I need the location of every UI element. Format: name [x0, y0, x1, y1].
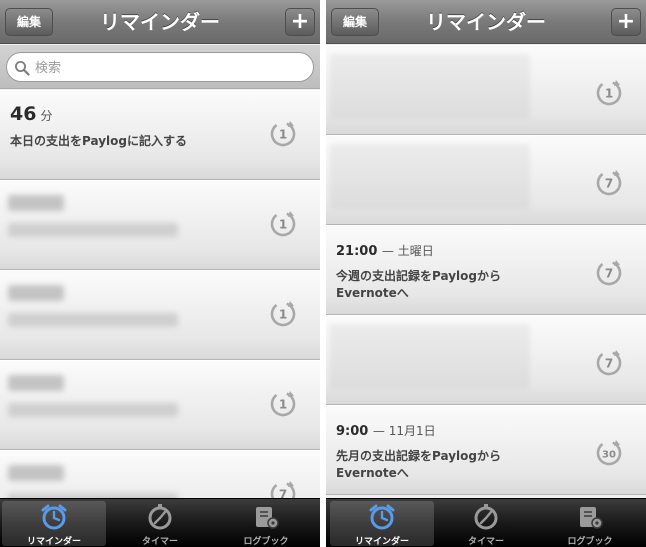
reminder-text-line: Evernoteへ [336, 286, 409, 300]
repeat-count-label: 1 [605, 87, 613, 101]
repeat-count-label: 1 [279, 398, 287, 412]
blurred-text [8, 285, 64, 301]
reminder-list: 46 分 本日の支出をPaylogに記入する 1 1 1 1 7 [0, 90, 320, 498]
reminder-time-value: 9:00 [336, 424, 369, 439]
logbook-icon [256, 507, 279, 529]
tab-label: ログブック [243, 537, 289, 547]
reminder-time-value: 21:00 [336, 244, 378, 259]
reminder-time: 21:00 — 土曜日 [336, 242, 434, 259]
reminder-row[interactable]: 7 [326, 135, 646, 225]
blurred-text [8, 195, 64, 211]
reminder-row[interactable]: 1 [0, 180, 320, 270]
blurred-text [8, 403, 178, 417]
tab-reminders[interactable]: リマインダー [330, 501, 434, 547]
reminder-time: 46 分 [10, 103, 52, 125]
reminder-row[interactable]: 7 [326, 315, 646, 405]
reminder-time: 9:00 — 11月1日 [336, 422, 436, 439]
reminder-time-unit: 分 [40, 109, 53, 123]
tab-label: リマインダー [354, 537, 409, 547]
reminder-day: — 土曜日 [381, 244, 434, 258]
edit-button[interactable]: 編集 [5, 8, 53, 36]
search-input[interactable] [35, 57, 295, 79]
repeat-count-icon: 7 [270, 481, 296, 499]
reminder-row[interactable]: 9:00 — 11月1日 先月の支出記録をPaylogから Evernoteへ … [326, 405, 646, 495]
logbook-icon [580, 507, 603, 529]
alarm-clock-icon [369, 504, 395, 530]
blurred-text [8, 465, 64, 481]
navigation-bar: 編集 リマインダー + [326, 0, 646, 44]
repeat-count-icon: 1 [270, 391, 296, 417]
reminder-row[interactable]: 1 [0, 360, 320, 450]
alarm-clock-icon [41, 504, 67, 530]
tab-bar: リマインダー タイマー ログブック [326, 498, 646, 547]
add-reminder-button[interactable]: + [285, 8, 315, 36]
reminder-row[interactable]: 7 [0, 450, 320, 498]
repeat-count-label: 1 [279, 308, 287, 322]
reminder-row[interactable]: 46 分 本日の支出をPaylogに記入する 1 [0, 90, 320, 180]
search-icon [15, 61, 30, 76]
tab-timer[interactable]: タイマー [108, 501, 212, 547]
blurred-text [330, 324, 530, 390]
reminder-list: 1 7 21:00 — 土曜日 今週の支出記録をPaylogから Evernot… [326, 45, 646, 498]
tab-label: タイマー [141, 537, 178, 547]
repeat-count-icon: 1 [270, 211, 296, 237]
stopwatch-icon [474, 504, 498, 530]
blurred-text [8, 313, 178, 327]
reminder-text-line: Evernoteへ [336, 466, 409, 480]
reminder-row[interactable]: 1 [326, 45, 646, 135]
repeat-count-icon: 7 [596, 170, 622, 196]
left-screen: 編集 リマインダー + 46分 本日の支出をPaylogに記入する 1 1 [0, 0, 320, 547]
reminder-date: — 11月1日 [372, 424, 436, 438]
reminder-text: 先月の支出記録をPaylogから Evernoteへ [336, 448, 566, 482]
tab-logbook[interactable]: ログブック [214, 501, 318, 547]
repeat-count-label: 30 [602, 450, 616, 461]
navigation-bar: 編集 リマインダー + [0, 0, 320, 44]
blurred-text [330, 54, 530, 120]
reminder-text: 今週の支出記録をPaylogから Evernoteへ [336, 268, 566, 302]
tab-timer[interactable]: タイマー [434, 501, 538, 547]
tab-bar: リマインダー タイマー ログブック [0, 498, 320, 547]
blurred-text [330, 144, 530, 210]
reminder-text-line: 先月の支出記録をPaylogから [336, 449, 501, 463]
tab-label: ログブック [567, 537, 613, 547]
edit-button[interactable]: 編集 [331, 8, 379, 36]
reminder-row[interactable]: 1 [0, 270, 320, 360]
repeat-count-label: 7 [605, 267, 613, 281]
tab-label: リマインダー [26, 537, 81, 547]
reminder-text-line: 今週の支出記録をPaylogから [336, 269, 501, 283]
repeat-count-label: 7 [279, 488, 287, 499]
repeat-count-icon: 1 [596, 80, 622, 106]
tab-label: タイマー [467, 537, 504, 547]
page-title: リマインダー [100, 10, 220, 34]
tab-logbook[interactable]: ログブック [538, 501, 642, 547]
repeat-count-label: 1 [279, 218, 287, 232]
search-bar [0, 45, 320, 89]
reminder-time-value: 46 [10, 103, 37, 125]
reminder-row[interactable]: 21:00 — 土曜日 今週の支出記録をPaylogから Evernoteへ 7 [326, 225, 646, 315]
page-title: リマインダー [426, 10, 546, 34]
right-screen: 編集 リマインダー + 1 7 21:00 — 土曜日 今週の支出記録をPayl… [326, 0, 646, 547]
add-reminder-button[interactable]: + [611, 8, 641, 36]
repeat-count-icon: 7 [596, 350, 622, 376]
search-field[interactable] [6, 52, 314, 82]
repeat-count-label: 1 [279, 128, 287, 142]
tab-reminders[interactable]: リマインダー [2, 501, 106, 547]
repeat-count-label: 7 [605, 357, 613, 371]
blurred-text [8, 375, 64, 391]
repeat-count-icon: 30 [596, 440, 622, 466]
repeat-count-icon: 1 [270, 301, 296, 327]
reminder-text: 本日の支出をPaylogに記入する [10, 134, 187, 148]
repeat-count-label: 7 [605, 177, 613, 191]
blurred-text [8, 223, 178, 237]
repeat-count-icon: 1 [270, 121, 296, 147]
repeat-count-icon: 7 [596, 260, 622, 286]
stopwatch-icon [148, 504, 172, 530]
